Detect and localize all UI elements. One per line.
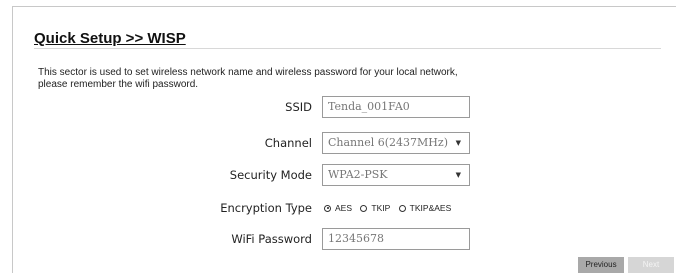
radio-option-tkip[interactable]: TKIP — [360, 197, 390, 219]
ssid-label: SSID — [285, 100, 312, 114]
radio-label-tkip: TKIP — [371, 203, 391, 213]
title-divider — [34, 48, 661, 49]
wifi-password-row: WiFi Password 12345678 — [0, 228, 676, 250]
radio-label-tkip-aes: TKIP&AES — [409, 203, 452, 213]
ssid-input[interactable]: Tenda_001FA0 — [322, 96, 470, 118]
wifi-password-input[interactable]: 12345678 — [322, 228, 470, 250]
description-line-2: please remember the wifi password. — [38, 79, 199, 90]
encryption-type-label: Encryption Type — [220, 201, 312, 215]
channel-label: Channel — [264, 136, 312, 150]
security-mode-selected-value: WPA2-PSK — [328, 168, 388, 181]
encryption-type-radio-group: AES TKIP TKIP&AES — [324, 197, 457, 219]
radio-option-tkip-aes[interactable]: TKIP&AES — [398, 197, 452, 219]
radio-selected-icon[interactable] — [324, 204, 331, 212]
next-button[interactable]: Next — [628, 257, 674, 273]
radio-unselected-icon[interactable] — [398, 204, 406, 212]
dropdown-arrow-icon: ▼ — [455, 139, 461, 147]
channel-select[interactable]: Channel 6(2437MHz) ▼ — [322, 132, 470, 154]
ssid-row: SSID Tenda_001FA0 — [0, 96, 676, 118]
radio-unselected-icon[interactable] — [360, 204, 368, 212]
dropdown-arrow-icon: ▼ — [455, 171, 461, 179]
page-title: Quick Setup >> WISP — [34, 30, 186, 47]
page-description: This sector is used to set wireless netw… — [38, 67, 598, 91]
channel-row: Channel Channel 6(2437MHz) ▼ — [0, 132, 676, 154]
wifi-password-label: WiFi Password — [231, 232, 312, 246]
encryption-type-row: Encryption Type AES TKIP TKIP&AES — [0, 197, 676, 219]
channel-selected-value: Channel 6(2437MHz) — [328, 136, 448, 149]
security-mode-select[interactable]: WPA2-PSK ▼ — [322, 164, 470, 186]
radio-label-aes: AES — [335, 203, 353, 213]
description-line-1: This sector is used to set wireless netw… — [38, 67, 458, 78]
radio-option-aes[interactable]: AES — [324, 197, 352, 219]
security-mode-label: Security Mode — [229, 168, 312, 182]
previous-button[interactable]: Previous — [578, 257, 624, 273]
security-mode-row: Security Mode WPA2-PSK ▼ — [0, 164, 676, 186]
